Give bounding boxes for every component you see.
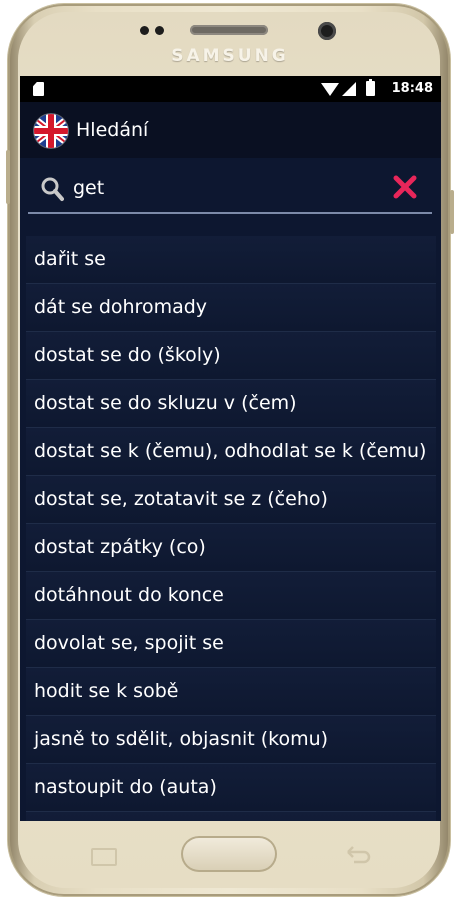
screen: 18:48 Hledání dařit se dát se dohromady … — [20, 76, 441, 821]
list-item[interactable]: dařit se — [26, 236, 436, 284]
power-button — [450, 190, 454, 234]
earpiece — [190, 25, 268, 35]
status-bar: 18:48 — [20, 76, 441, 102]
list-item[interactable]: dostat se k (čemu), odhodlat se k (čemu) — [26, 428, 436, 476]
sim-card-icon — [33, 82, 44, 96]
list-item[interactable]: hodit se k sobě — [26, 668, 436, 716]
sensor-dot-left — [140, 26, 149, 35]
list-item[interactable]: dostat se do (školy) — [26, 332, 436, 380]
app-bar: Hledání — [20, 102, 441, 158]
back-key-icon[interactable] — [344, 844, 372, 864]
list-item[interactable]: dostat se do skluzu v (čem) — [26, 380, 436, 428]
list-item[interactable]: dotáhnout do konce — [26, 572, 436, 620]
list-item[interactable]: dát se dohromady — [26, 284, 436, 332]
list-item[interactable]: dovolat se, spojit se — [26, 620, 436, 668]
sensor-dot-right — [155, 26, 164, 35]
search-icon — [41, 177, 64, 201]
list-item[interactable]: jasně to sdělit, objasnit (komu) — [26, 716, 436, 764]
results-list: dařit se dát se dohromady dostat se do (… — [26, 236, 436, 821]
list-item[interactable]: dostat zpátky (co) — [26, 524, 436, 572]
page-title: Hledání — [76, 119, 149, 141]
list-item[interactable]: nastoupit do (auta) — [26, 764, 436, 812]
battery-icon — [366, 79, 375, 96]
search-bar — [28, 168, 432, 214]
brand-logo: SAMSUNG — [171, 46, 289, 66]
home-button[interactable] — [181, 836, 277, 872]
list-item[interactable]: dostat se, zotatavit se z (čeho) — [26, 476, 436, 524]
uk-flag-icon[interactable] — [34, 114, 68, 148]
close-icon[interactable] — [392, 174, 418, 200]
wifi-icon — [321, 83, 339, 96]
front-camera — [318, 22, 336, 40]
signal-icon — [342, 82, 356, 96]
recent-apps-key[interactable] — [91, 848, 117, 866]
status-time: 18:48 — [391, 81, 433, 96]
search-input[interactable] — [73, 172, 393, 204]
volume-button — [6, 150, 10, 204]
list-item[interactable] — [26, 812, 436, 821]
